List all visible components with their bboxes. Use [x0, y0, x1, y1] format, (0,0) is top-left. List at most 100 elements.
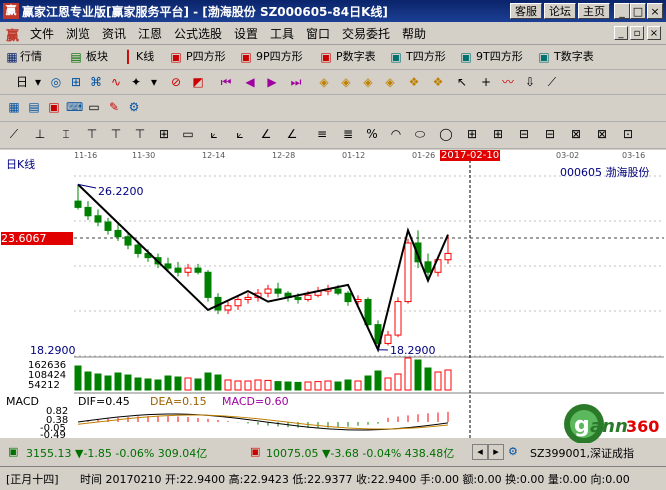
index-code[interactable]: SZ399001,深证成指: [530, 445, 634, 461]
view-icon-7[interactable]: ⊘: [168, 74, 184, 90]
draw-icon-1[interactable]: ◩: [190, 74, 206, 90]
arc-tool-icon[interactable]: ◠: [388, 126, 404, 142]
candle-body: [234, 298, 242, 307]
home-button[interactable]: 主页: [578, 3, 610, 19]
maximize-icon[interactable]: □: [630, 3, 646, 19]
prev-icon[interactable]: ◀: [242, 74, 258, 90]
scroll-right-icon[interactable]: ▸: [488, 444, 504, 460]
gann-tool-2-icon[interactable]: ⊥: [32, 126, 48, 142]
gann-tool-8-icon[interactable]: ▭: [180, 126, 196, 142]
candle-body: [394, 301, 402, 336]
first-icon[interactable]: ⏮: [218, 74, 234, 90]
tool-icon-1[interactable]: ▦: [6, 99, 22, 115]
tb-t-table[interactable]: T数字表: [554, 49, 594, 65]
volume-bar: [134, 377, 142, 391]
wave-icon[interactable]: 〰: [500, 74, 516, 90]
scroll-left-icon[interactable]: ◂: [472, 444, 488, 460]
kline-chart[interactable]: 日K线 000605 渤海股份 11-16 11-30 12-14 12-28 …: [0, 150, 666, 441]
menu-browse[interactable]: 浏览: [66, 25, 90, 42]
fib-tool-2-icon[interactable]: ≣: [340, 126, 356, 142]
tb-p-square[interactable]: P四方形: [186, 49, 226, 65]
close-icon[interactable]: ×: [647, 3, 663, 19]
view-icon-4[interactable]: ∿: [108, 74, 124, 90]
grid-tool-6-icon[interactable]: ⊠: [594, 126, 610, 142]
gann-tool-6-icon[interactable]: ⊤: [132, 126, 148, 142]
menu-trade[interactable]: 交易委托: [342, 25, 390, 42]
tool-icon-6[interactable]: ✎: [106, 99, 122, 115]
fib-tool-1-icon[interactable]: ≡: [314, 126, 330, 142]
gann-fan-1-icon[interactable]: ⟀: [206, 126, 222, 142]
view-icon-6[interactable]: ▾: [146, 74, 162, 90]
mdi-minimize-icon[interactable]: _: [614, 26, 628, 40]
grid-tool-5-icon[interactable]: ⊠: [568, 126, 584, 142]
next-icon[interactable]: ▶: [264, 74, 280, 90]
menu-settings[interactable]: 设置: [234, 25, 258, 42]
pointer-icon[interactable]: ↖: [454, 74, 470, 90]
grid-tool-4-icon[interactable]: ⊟: [542, 126, 558, 142]
view-icon-3[interactable]: ⌘: [88, 74, 104, 90]
app-menu-icon[interactable]: 赢: [6, 25, 22, 44]
grid-tool-7-icon[interactable]: ⊡: [620, 126, 636, 142]
grid-tool-1-icon[interactable]: ⊞: [464, 126, 480, 142]
grid-tool-2-icon[interactable]: ⊞: [490, 126, 506, 142]
tool-icon-2[interactable]: ▤: [26, 99, 42, 115]
tb-9t-square[interactable]: 9T四方形: [476, 49, 523, 65]
candle-body: [274, 288, 282, 294]
circle-tool-icon[interactable]: ◯: [438, 126, 454, 142]
mdi-restore-icon[interactable]: ▫: [630, 26, 644, 40]
service-button[interactable]: 客服: [510, 3, 542, 19]
menu-tools[interactable]: 工具: [270, 25, 294, 42]
mdi-close-icon[interactable]: ×: [647, 26, 661, 40]
nav-icon-2[interactable]: ◈: [338, 74, 354, 90]
gann-tool-1-icon[interactable]: ⟋: [6, 126, 22, 142]
menu-info[interactable]: 资讯: [102, 25, 126, 42]
menu-window[interactable]: 窗口: [306, 25, 330, 42]
menu-help[interactable]: 帮助: [402, 25, 426, 42]
tb-p-table[interactable]: P数字表: [336, 49, 376, 65]
tb-quote[interactable]: 行情: [20, 49, 42, 65]
arrow-down-icon[interactable]: ⇩: [522, 74, 538, 90]
nav-icon-4[interactable]: ◈: [382, 74, 398, 90]
tb-kline[interactable]: K线: [136, 49, 154, 65]
view-icon-1[interactable]: ◎: [48, 74, 64, 90]
gann-tool-3-icon[interactable]: ⌶: [58, 126, 74, 142]
nav-icon-1[interactable]: ◈: [316, 74, 332, 90]
gann-fan-4-icon[interactable]: ∠: [284, 126, 300, 142]
nav-icon-6[interactable]: ❖: [430, 74, 446, 90]
nav-icon-3[interactable]: ◈: [360, 74, 376, 90]
crosshair-icon[interactable]: +: [478, 74, 494, 90]
chevron-down-icon[interactable]: ▾: [30, 74, 46, 90]
tb-sector[interactable]: 板块: [86, 49, 108, 65]
tool-icon-4[interactable]: ⌨: [66, 99, 83, 115]
gann-tool-4-icon[interactable]: ⊤: [84, 126, 100, 142]
nav-icon-5[interactable]: ❖: [406, 74, 422, 90]
forum-button[interactable]: 论坛: [544, 3, 576, 19]
percent-icon[interactable]: %: [364, 126, 380, 142]
gann-tool-5-icon[interactable]: ⊤: [108, 126, 124, 142]
view-icon-5[interactable]: ✦: [128, 74, 144, 90]
tool-icon-3[interactable]: ▣: [46, 99, 62, 115]
volume-bar: [394, 373, 402, 391]
menu-gann[interactable]: 江恩: [138, 25, 162, 42]
last-icon[interactable]: ⏭: [288, 74, 304, 90]
volume-bar: [164, 375, 172, 391]
menu-file[interactable]: 文件: [30, 25, 54, 42]
tb-t-square[interactable]: T四方形: [406, 49, 446, 65]
candle-body: [224, 305, 232, 311]
menu-formula[interactable]: 公式选股: [174, 25, 222, 42]
gann-tool-7-icon[interactable]: ⊞: [156, 126, 172, 142]
date-tick: 12-14: [202, 151, 226, 160]
macd-dif: DIF=0.45: [78, 395, 130, 408]
minimize-icon[interactable]: _: [614, 3, 630, 19]
ellipse-tool-icon[interactable]: ⬭: [412, 126, 428, 142]
period-select[interactable]: 日: [16, 74, 28, 90]
tool-icon-7[interactable]: ⚙: [126, 99, 142, 115]
grid-tool-3-icon[interactable]: ⊟: [516, 126, 532, 142]
tb-9p-square[interactable]: 9P四方形: [256, 49, 303, 65]
gann-fan-2-icon[interactable]: ⟀: [232, 126, 248, 142]
toolbar-tools: ▦ ▤ ▣ ⌨ ▭ ✎ ⚙: [0, 95, 666, 122]
tool-icon-5[interactable]: ▭: [86, 99, 102, 115]
gann-fan-3-icon[interactable]: ∠: [258, 126, 274, 142]
view-icon-2[interactable]: ⊞: [68, 74, 84, 90]
line-icon[interactable]: ⟋: [544, 74, 560, 90]
